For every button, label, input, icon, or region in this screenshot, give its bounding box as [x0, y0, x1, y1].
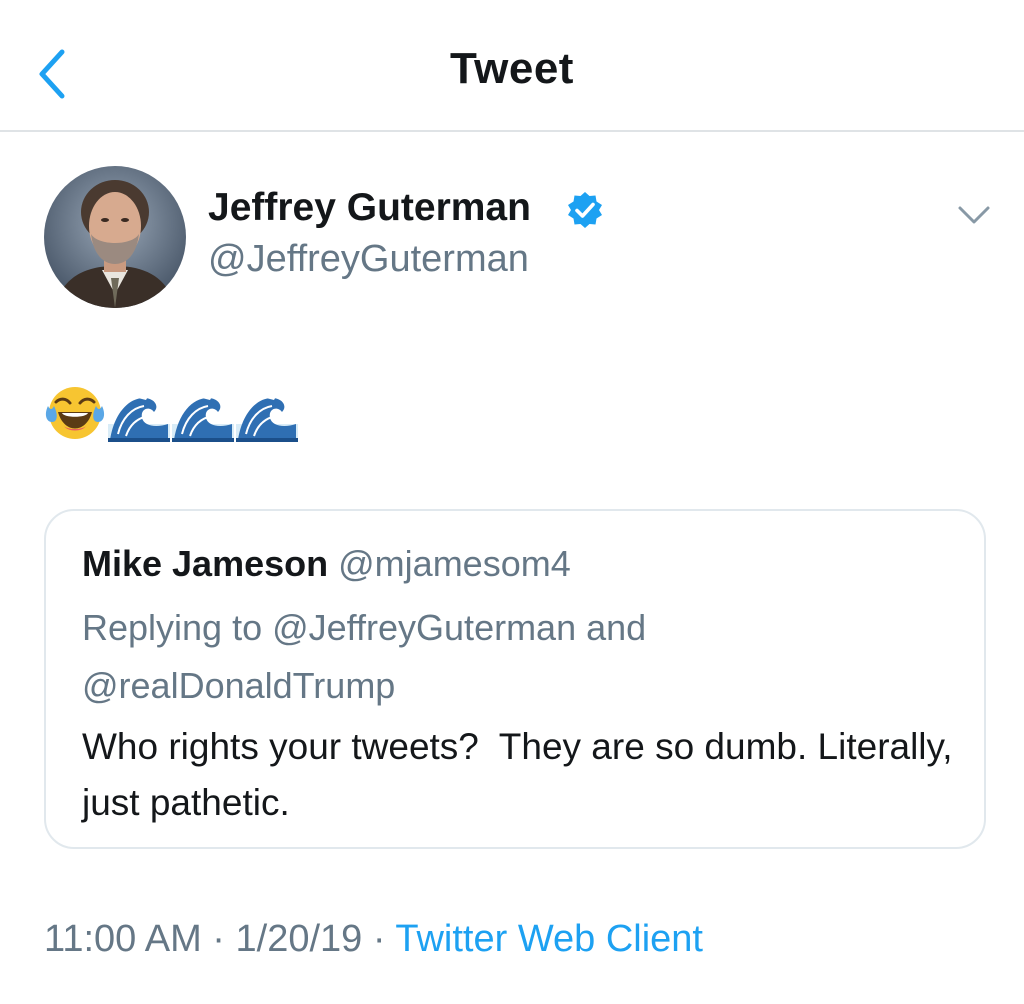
water-wave-icon — [108, 391, 170, 442]
quoted-author-name: Mike Jameson — [82, 543, 329, 584]
quoted-author-handle: @mjamesom4 — [338, 543, 571, 584]
replying-to-line: Replying to @JeffreyGuterman and @realDo… — [82, 607, 647, 706]
water-wave-icon — [172, 391, 234, 442]
quoted-tweet-card[interactable]: Mike Jameson @mjamesom4 Replying to @Jef… — [44, 509, 986, 849]
verified-badge-icon — [568, 192, 602, 228]
quoted-tweet-author: Mike Jameson @mjamesom4 — [82, 543, 571, 585]
tweet-meta: 11:00 AM · 1/20/19 · Twitter Web Client — [44, 918, 703, 961]
avatar-photo — [44, 166, 186, 308]
author-name[interactable]: Jeffrey Guterman — [208, 186, 531, 230]
face-with-tears-of-joy-icon — [45, 387, 105, 439]
quoted-tweet-text: Who rights your tweets? They are so dumb… — [82, 726, 963, 823]
tweet-source-link[interactable]: Twitter Web Client — [395, 918, 703, 960]
page-title: Tweet — [450, 44, 574, 93]
top-nav-bar: Tweet — [0, 0, 1024, 132]
tweet-menu-button[interactable] — [952, 196, 996, 232]
tweet-timestamp: 11:00 AM · 1/20/19 · — [44, 918, 396, 960]
avatar[interactable] — [44, 166, 186, 308]
tweet-text — [44, 380, 298, 442]
author-handle[interactable]: @JeffreyGuterman — [208, 238, 529, 281]
chevron-down-icon — [958, 206, 990, 224]
tweet-detail-screen: Tweet Jeffrey Guterman @JeffreyGuterman … — [0, 0, 1024, 1004]
water-wave-icon — [236, 391, 298, 442]
